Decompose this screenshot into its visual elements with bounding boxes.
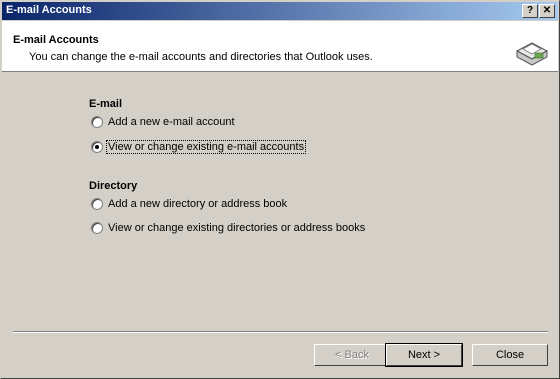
add-email-label: Add a new e-mail account bbox=[108, 116, 235, 128]
window-title: E-mail Accounts bbox=[6, 4, 92, 16]
next-button[interactable]: Next > bbox=[385, 343, 463, 367]
close-window-button[interactable]: ✕ bbox=[539, 4, 555, 18]
email-heading: E-mail bbox=[89, 98, 123, 110]
view-directories-label: View or change existing directories or a… bbox=[108, 222, 366, 234]
help-button[interactable]: ? bbox=[522, 4, 538, 18]
title-bar[interactable]: E-mail Accounts ? ✕ bbox=[2, 2, 558, 20]
wizard-header: E-mail Accounts You can change the e-mai… bbox=[2, 21, 558, 72]
radio-add-email[interactable] bbox=[91, 116, 103, 128]
directory-heading: Directory bbox=[89, 180, 138, 192]
back-button[interactable]: < Back bbox=[314, 344, 390, 366]
radio-view-directories[interactable] bbox=[91, 222, 103, 234]
header-subtitle: You can change the e-mail accounts and d… bbox=[29, 51, 373, 63]
email-accounts-window: E-mail Accounts ? ✕ E-mail Accounts You … bbox=[0, 0, 560, 379]
add-directory-option[interactable]: Add a new directory or address book bbox=[91, 196, 288, 212]
view-email-accounts-option[interactable]: View or change existing e-mail accounts bbox=[91, 139, 307, 155]
close-button[interactable]: Close bbox=[472, 344, 548, 366]
radio-add-directory[interactable] bbox=[91, 198, 103, 210]
view-email-label: View or change existing e-mail accounts bbox=[105, 140, 307, 154]
add-email-account-option[interactable]: Add a new e-mail account bbox=[91, 114, 236, 130]
envelope-icon bbox=[515, 42, 549, 66]
radio-view-email[interactable] bbox=[91, 141, 103, 153]
view-directories-option[interactable]: View or change existing directories or a… bbox=[91, 220, 366, 236]
footer-separator bbox=[13, 331, 548, 333]
header-title: E-mail Accounts bbox=[13, 34, 99, 46]
add-directory-label: Add a new directory or address book bbox=[108, 198, 288, 210]
